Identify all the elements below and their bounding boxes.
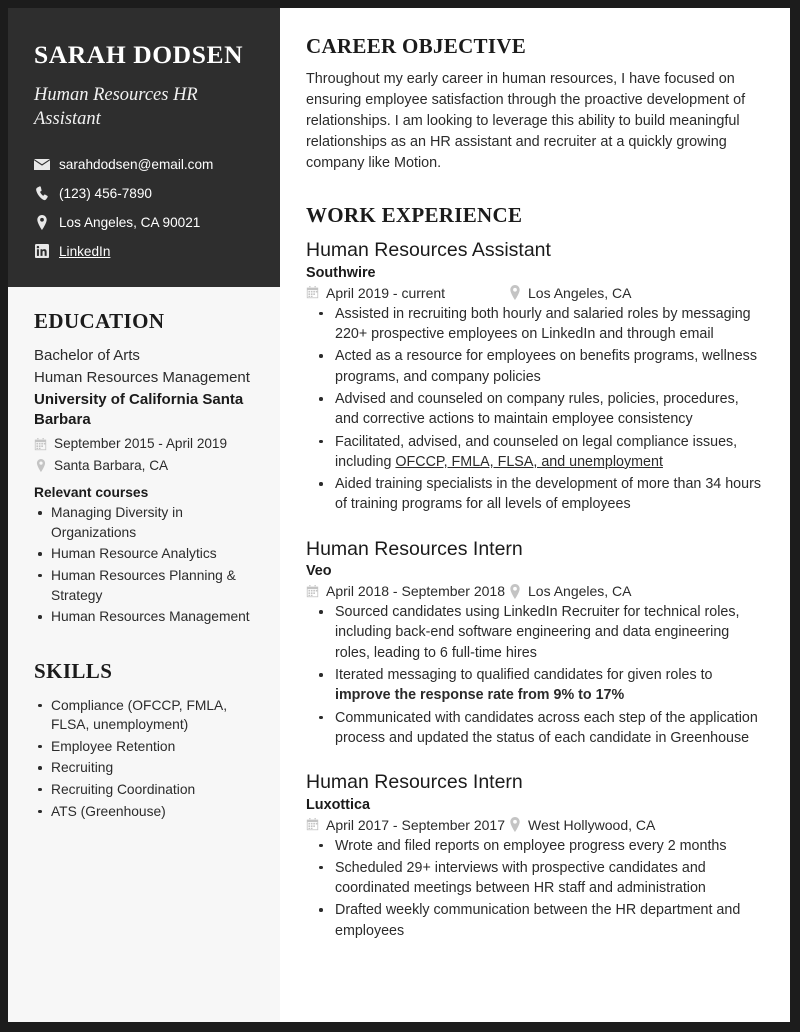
contact-value: Los Angeles, CA 90021 (59, 214, 201, 230)
job-bullet: Wrote and filed reports on employee prog… (313, 836, 764, 856)
career-objective-text: Throughout my early career in human reso… (306, 71, 746, 171)
contact-item-linkedin[interactable]: LinkedIn (34, 242, 254, 262)
job-location-group: Los Angeles, CA (508, 583, 632, 599)
candidate-job-title: Human Resources HR Assistant (34, 85, 198, 130)
job-location-group: West Hollywood, CA (508, 817, 655, 833)
contact-list: sarahdodsen@email.com (123) 456-7890 Los A… (34, 155, 254, 261)
job-location: Los Angeles, CA (528, 284, 632, 301)
linkedin-icon (34, 243, 50, 259)
sidebar: SARAH DODSEN Human Resources HR Assistan… (8, 8, 280, 1022)
education-school: University of California Santa Barbara (34, 390, 244, 428)
job-title: Human Resources Intern (306, 771, 523, 794)
contact-item-phone: (123) 456-7890 (34, 184, 254, 204)
job-bullet: Drafted weekly communication between the… (313, 900, 764, 941)
contact-item-map-pin: Los Angeles, CA 90021 (34, 213, 254, 233)
resume-sheet: SARAH DODSEN Human Resources HR Assistan… (8, 8, 790, 1022)
job-company: Southwire (306, 264, 376, 281)
job-list: Human Resources Assistant Southwire April … (306, 238, 764, 941)
skill-item: Recruiting Coordination (34, 780, 254, 800)
emphasis-underline: OFCCP, FMLA, FLSA, and unemployment (395, 453, 663, 470)
course-item: Managing Diversity in Organizations (34, 503, 254, 542)
education-dates-row: September 2015 - April 2019 (34, 434, 254, 454)
emphasis-bold: improve the response rate from 9% to 17% (335, 687, 625, 704)
education-major: Human Resources Management (34, 369, 250, 387)
job-location: Los Angeles, CA (528, 583, 632, 600)
education-heading: EDUCATION (34, 309, 165, 334)
job-bullet: Acted as a resource for employees on ben… (313, 346, 764, 387)
main-section-spacer (306, 173, 764, 203)
job-bullet-list: Assisted in recruiting both hourly and s… (306, 304, 764, 515)
job-meta-row: April 2017 - September 2017 West Hollywoo… (306, 817, 764, 833)
job-meta-row: April 2018 - September 2018 Los Angeles, … (306, 583, 764, 599)
education-location: Santa Barbara, CA (54, 457, 169, 473)
job-bullet: Sourced candidates using LinkedIn Recrui… (313, 602, 764, 663)
contact-item-envelope: sarahdodsen@email.com (34, 155, 254, 175)
job-dates: April 2017 - September 2017 (326, 816, 505, 833)
contact-value[interactable]: LinkedIn (59, 242, 110, 262)
skill-item: Recruiting (34, 758, 254, 778)
map-pin-icon (508, 817, 521, 833)
main-content: CAREER OBJECTIVE Throughout my early car… (280, 8, 790, 1022)
job-entry: Human Resources Intern Veo April 2018 - Se… (306, 537, 764, 748)
job-location-group: Los Angeles, CA (508, 285, 632, 301)
job-dates: April 2018 - September 2018 (326, 583, 505, 600)
career-objective-heading: CAREER OBJECTIVE (306, 34, 527, 58)
job-company: Luxottica (306, 796, 370, 813)
job-title: Human Resources Intern (306, 537, 523, 560)
calendar-icon (306, 818, 319, 831)
job-dates-group: April 2017 - September 2017 (306, 817, 508, 833)
job-bullet: Assisted in recruiting both hourly and s… (313, 304, 764, 345)
relevant-courses-list: Managing Diversity in Organizations Human… (34, 503, 254, 626)
job-bullet: Iterated messaging to qualified candidat… (313, 665, 764, 706)
contact-value: (123) 456-7890 (59, 186, 152, 202)
skill-item: ATS (Greenhouse) (34, 802, 254, 822)
job-entry: Human Resources Intern Luxottica April 201… (306, 770, 764, 941)
contact-value: sarahdodsen@email.com (59, 157, 214, 173)
education-degree: Bachelor of Arts (34, 347, 140, 365)
calendar-icon (306, 584, 319, 598)
education-dates: September 2015 - April 2019 (54, 436, 228, 452)
skill-item: Employee Retention (34, 737, 254, 757)
envelope-icon (34, 157, 50, 173)
relevant-courses-label: Relevant courses (34, 485, 149, 501)
work-experience-heading: WORK EXPERIENCE (306, 203, 523, 228)
calendar-icon (34, 438, 47, 451)
education-location-row: Santa Barbara, CA (34, 456, 254, 476)
skills-list: Compliance (OFCCP, FMLA, FLSA, unemploym… (34, 696, 254, 821)
job-title: Human Resources Assistant (306, 239, 551, 262)
job-bullet: Communicated with candidates across each… (313, 708, 764, 749)
map-pin-icon (34, 215, 50, 231)
sidebar-header: SARAH DODSEN Human Resources HR Assistan… (8, 8, 280, 288)
candidate-name: SARAH DODSEN (34, 40, 244, 69)
map-pin-icon (508, 583, 521, 599)
job-bullet: Aided training specialists in the develo… (313, 474, 764, 515)
job-dates-group: April 2018 - September 2018 (306, 583, 508, 599)
resume-page-border: SARAH DODSEN Human Resources HR Assistan… (0, 0, 800, 1032)
job-bullet: Facilitated, advised, and counseled on l… (313, 432, 764, 473)
skill-item: Compliance (OFCCP, FMLA, FLSA, unemploym… (34, 696, 254, 735)
phone-icon (34, 186, 50, 202)
course-item: Human Resources Management (34, 607, 254, 627)
job-entry: Human Resources Assistant Southwire April … (306, 238, 764, 514)
skills-heading: SKILLS (34, 658, 113, 683)
calendar-icon (306, 286, 319, 299)
job-company: Veo (306, 563, 332, 580)
course-item: Human Resource Analytics (34, 544, 254, 564)
map-pin-icon (508, 285, 521, 301)
job-location: West Hollywood, CA (528, 816, 656, 833)
job-bullet-list: Wrote and filed reports on employee prog… (306, 836, 764, 941)
sidebar-body: EDUCATION Bachelor of Arts Human Resourc… (8, 287, 280, 843)
job-dates-group: April 2019 - current (306, 285, 508, 301)
course-item: Human Resources Planning & Strategy (34, 566, 254, 605)
job-meta-row: April 2019 - current Los Angeles, CA (306, 285, 764, 301)
map-pin-icon (34, 459, 47, 473)
job-dates: April 2019 - current (326, 284, 446, 301)
job-bullet: Advised and counseled on company rules, … (313, 389, 764, 430)
job-bullet: Scheduled 29+ interviews with prospectiv… (313, 858, 764, 899)
job-bullet-list: Sourced candidates using LinkedIn Recrui… (306, 602, 764, 748)
